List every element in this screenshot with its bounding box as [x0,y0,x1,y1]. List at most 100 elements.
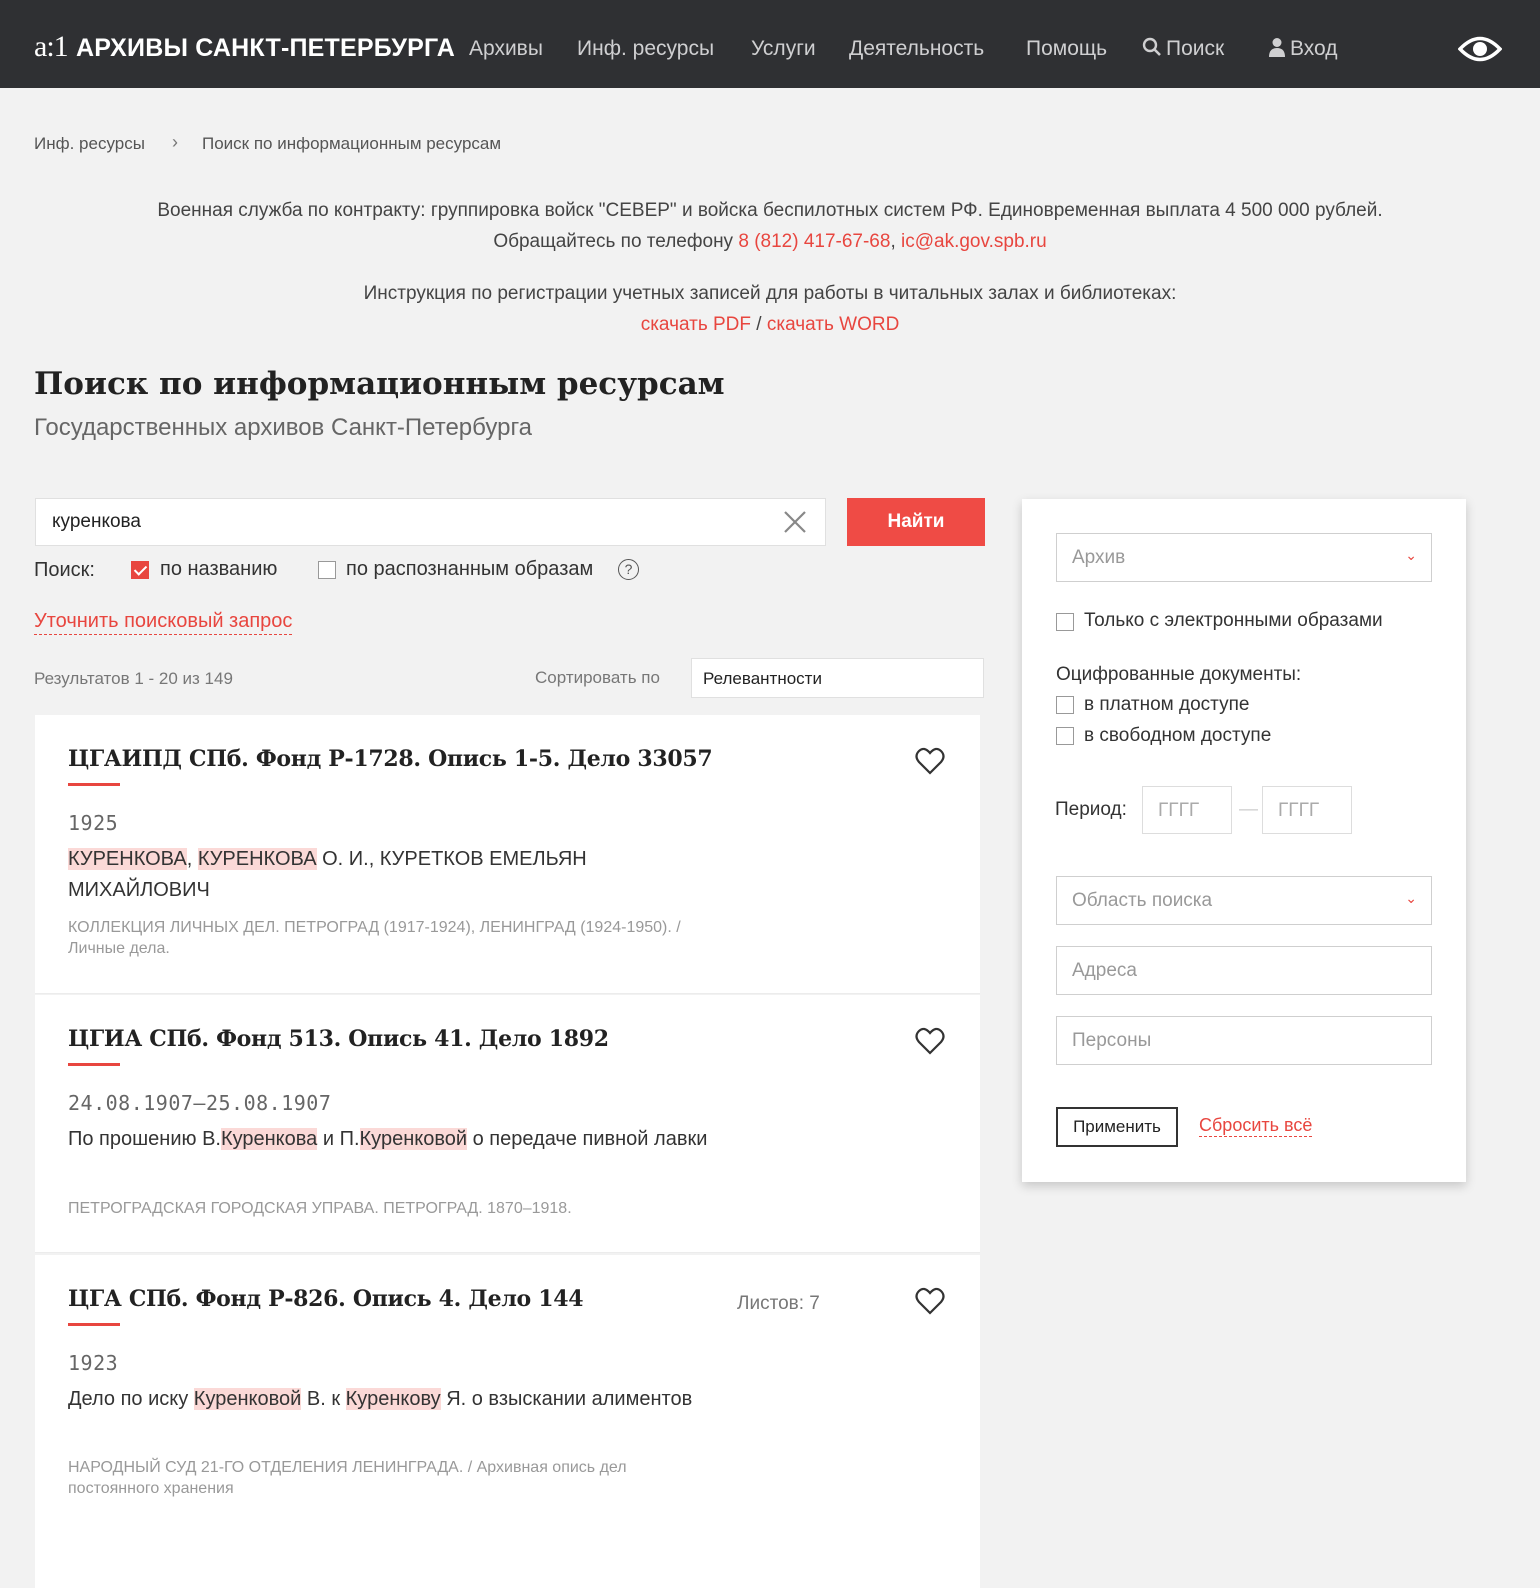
search-highlight: Куренкова [220,1128,318,1150]
search-highlight: Куренковой [359,1128,468,1150]
favorite-heart-icon[interactable] [915,1287,945,1315]
top-navbar: a:1 АРХИВЫ САНКТ-ПЕТЕРБУРГА Архивы Инф. … [0,0,1540,88]
by-images-label[interactable]: по распознанным образам [346,558,593,581]
desc-text: о передаче пивной лавки [467,1128,708,1150]
desc-text: По прошению В. [68,1128,221,1150]
title-underline [68,1063,120,1066]
result-card: ЦГАИПД СПб. Фонд Р-1728. Опись 1-5. Дело… [35,715,980,994]
sheet-count: Листов: 7 [737,1293,820,1314]
result-title[interactable]: ЦГА СПб. Фонд Р-826. Опись 4. Дело 144 [68,1286,584,1312]
reset-all-link[interactable]: Сбросить всё [1199,1115,1313,1137]
result-source: КОЛЛЕКЦИЯ ЛИЧНЫХ ДЕЛ. ПЕТРОГРАД (1917-19… [68,919,681,957]
download-pdf-link[interactable]: скачать PDF [641,314,751,335]
nav-help[interactable]: Помощь [1026,37,1107,61]
digitized-label: Оцифрованные документы: [1056,664,1302,685]
contact-line: Обращайтесь по телефону 8 (812) 417-67-6… [0,231,1540,253]
result-date: 1923 [68,1351,119,1375]
download-slash: / [751,314,767,335]
desc-text: Я. о взыскании алиментов [440,1388,693,1410]
breadcrumb-info-resources[interactable]: Инф. ресурсы [34,134,145,154]
apply-button[interactable]: Применить [1056,1107,1178,1147]
clear-search-icon[interactable] [782,509,808,535]
sort-label: Сортировать по [535,668,660,687]
contact-prefix: Обращайтесь по телефону [493,231,739,252]
result-description: По прошению В.Куренкова и П.Куренковой о… [68,1124,708,1155]
result-description: КУРЕНКОВА, КУРЕНКОВА О. И., КУРЕТКОВ ЕМЕ… [68,844,708,906]
result-date: 1925 [68,811,119,835]
result-date: 24.08.1907–25.08.1907 [68,1091,332,1115]
download-word-link[interactable]: скачать WORD [767,314,899,335]
period-from-input[interactable]: ГГГГ [1142,786,1232,834]
email-link[interactable]: ic@ak.gov.spb.ru [901,231,1047,252]
search-icon [1142,37,1161,56]
period-dash: — [1239,799,1258,820]
page-subtitle: Государственных архивов Санкт-Петербурга [34,414,533,441]
search-highlight: КУРЕНКОВА [197,848,317,870]
nav-login[interactable]: Вход [1268,37,1338,61]
user-icon [1269,38,1285,57]
favorite-heart-icon[interactable] [915,1027,945,1055]
breadcrumb-current: Поиск по информационным ресурсам [202,134,502,153]
nav-info-resources[interactable]: Инф. ресурсы [577,37,714,61]
period-label: Период: [1055,799,1127,820]
result-card: ЦГИА СПб. Фонд 513. Опись 41. Дело 1892 … [35,995,980,1253]
nav-login-label: Вход [1290,37,1338,60]
search-highlight: Куренковой [193,1388,302,1410]
desc-text: В. к [301,1388,346,1410]
sort-select[interactable]: Релевантности [691,658,984,698]
title-underline [68,1323,120,1326]
search-input[interactable] [52,511,752,533]
result-description: Дело по иску Куренковой В. к Куренкову Я… [68,1384,708,1415]
instruction-notice: Инструкция по регистрации учетных записе… [363,283,1177,304]
nav-search-label: Поиск [1166,37,1225,60]
download-links: скачать PDF / скачать WORD [0,314,1540,336]
find-button[interactable]: Найти [847,498,985,546]
military-notice: Военная служба по контракту: группировка… [157,200,1383,221]
phone-link[interactable]: 8 (812) 417-67-68 [738,231,890,252]
checkbox-paid-access[interactable] [1056,696,1074,714]
checkbox-by-title[interactable] [131,561,149,579]
paid-access-label[interactable]: в платном доступе [1084,694,1249,716]
title-underline [68,783,120,786]
site-logo[interactable]: a:1 [34,30,69,64]
search-box [35,498,826,546]
by-title-label[interactable]: по названию [160,558,277,581]
result-source: НАРОДНЫЙ СУД 21-ГО ОТДЕЛЕНИЯ ЛЕНИНГРАДА.… [68,1459,627,1497]
search-highlight: Куренкову [345,1388,441,1410]
search-mode-label: Поиск: [34,559,95,581]
free-access-label[interactable]: в свободном доступе [1084,725,1271,747]
nav-archives[interactable]: Архивы [469,37,543,61]
results-count: Результатов 1 - 20 из 149 [34,669,233,688]
breadcrumb-separator-icon: › [172,132,178,152]
archive-placeholder: Архив [1072,547,1126,568]
refine-query-link[interactable]: Уточнить поисковый запрос [34,610,293,635]
period-to-input[interactable]: ГГГГ [1262,786,1352,834]
favorite-heart-icon[interactable] [915,747,945,775]
scope-placeholder: Область поиска [1072,890,1213,911]
result-title[interactable]: ЦГАИПД СПб. Фонд Р-1728. Опись 1-5. Дело… [68,746,713,772]
filter-panel: Архив ⌄ Только с электронными образами О… [1022,499,1466,1182]
checkbox-by-images[interactable] [318,561,336,579]
only-images-label[interactable]: Только с электронными образами [1084,610,1383,632]
desc-text: и П. [317,1128,360,1150]
result-title[interactable]: ЦГИА СПб. Фонд 513. Опись 41. Дело 1892 [68,1026,609,1052]
search-highlight: КУРЕНКОВА [68,848,187,870]
search-scope-select[interactable]: Область поиска ⌄ [1056,876,1432,925]
page-title: Поиск по информационным ресурсам [34,366,725,402]
checkbox-free-access[interactable] [1056,727,1074,745]
result-card: ЦГА СПб. Фонд Р-826. Опись 4. Дело 144 Л… [35,1255,980,1588]
result-source: ПЕТРОГРАДСКАЯ ГОРОДСКАЯ УПРАВА. ПЕТРОГРА… [68,1200,572,1217]
nav-activity[interactable]: Деятельность [849,37,984,61]
nav-search[interactable]: Поиск [1142,37,1224,61]
help-icon[interactable]: ? [618,559,639,580]
site-name[interactable]: АРХИВЫ САНКТ-ПЕТЕРБУРГА [76,34,455,63]
chevron-down-icon: ⌄ [1405,890,1417,906]
persons-input[interactable]: Персоны [1056,1016,1432,1065]
eye-icon[interactable] [1458,34,1502,64]
chevron-down-icon: ⌄ [1405,547,1417,563]
desc-text: Дело по иску [68,1388,194,1410]
archive-select[interactable]: Архив ⌄ [1056,533,1432,582]
addresses-input[interactable]: Адреса [1056,946,1432,995]
checkbox-only-images[interactable] [1056,613,1074,631]
nav-services[interactable]: Услуги [751,37,816,61]
